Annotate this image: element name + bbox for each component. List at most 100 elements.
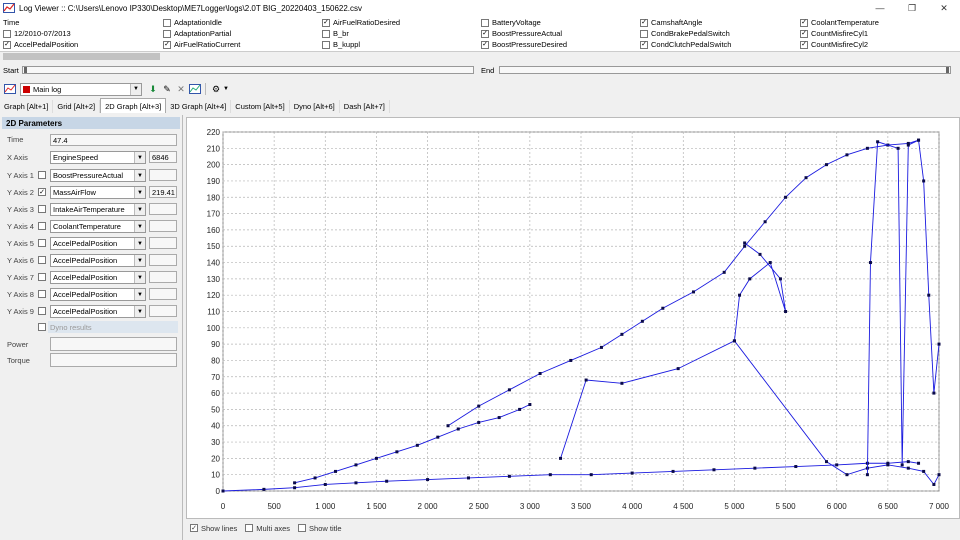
chart-icon[interactable]	[188, 82, 202, 96]
show-lines-checkbox[interactable]: ✓	[190, 524, 198, 532]
param-item[interactable]: ✓ CondClutchPedalSwitch	[640, 39, 731, 50]
settings-tools-icon[interactable]: ⚙	[209, 82, 223, 96]
yaxis-select[interactable]: MassAirFlow ▼	[50, 186, 146, 199]
yaxis-select[interactable]: AccelPedalPosition ▼	[50, 271, 146, 284]
yaxis-checkbox[interactable]	[38, 239, 46, 247]
scatter-chart[interactable]: 0 10 20 30 40 50 60 70 80 90 100 110 120 130 140 150 160…	[187, 118, 959, 518]
tab-custom[interactable]: Custom [Alt+5]	[231, 100, 290, 113]
maximize-icon[interactable]: ❐	[896, 0, 928, 16]
param-item[interactable]: ✓ CoolantTemperature	[800, 17, 879, 28]
yaxis-checkbox[interactable]: ✓	[38, 188, 46, 196]
param-checkbox[interactable]: ✓	[163, 40, 171, 49]
chevron-down-icon[interactable]: ▼	[134, 221, 145, 232]
param-checkbox[interactable]	[322, 29, 330, 38]
chevron-down-icon[interactable]: ▼	[134, 238, 145, 249]
log-select[interactable]: Main log ▼	[20, 82, 142, 96]
param-item[interactable]: CondBrakePedalSwitch	[640, 28, 730, 39]
chevron-down-icon[interactable]: ▼	[134, 170, 145, 181]
param-item[interactable]: BatteryVoltage	[481, 17, 541, 28]
param-item[interactable]: AdaptationPartial	[163, 28, 231, 39]
chart-area[interactable]: 0 10 20 30 40 50 60 70 80 90 100 110 120 130 140 150 160…	[186, 117, 960, 519]
param-checkbox[interactable]: ✓	[800, 18, 808, 27]
param-checkbox[interactable]	[640, 29, 648, 38]
chevron-down-icon[interactable]: ▼	[223, 86, 229, 92]
multi-axes-checkbox[interactable]	[245, 524, 254, 532]
param-checkbox[interactable]: ✓	[3, 40, 11, 49]
scrollbar-thumb[interactable]	[3, 53, 160, 60]
close-log-icon[interactable]: ✕	[174, 82, 188, 96]
chevron-down-icon[interactable]: ▼	[134, 255, 145, 266]
param-checkbox[interactable]: ✓	[800, 40, 808, 49]
tab-dash[interactable]: Dash [Alt+7]	[340, 100, 390, 113]
yaxis-select[interactable]: AccelPedalPosition ▼	[50, 237, 146, 250]
param-item[interactable]: B_br	[322, 28, 349, 39]
multi-axes-option[interactable]: Multi axes	[245, 524, 290, 533]
param-item[interactable]: ✓ CamshaftAngle	[640, 17, 702, 28]
end-slider[interactable]	[499, 66, 952, 74]
chart-view-icon[interactable]	[3, 82, 17, 96]
chevron-down-icon[interactable]: ▼	[134, 272, 145, 283]
param-checkbox[interactable]	[163, 18, 171, 27]
param-item[interactable]: 12/2010-07/2013	[3, 28, 71, 39]
param-horizontal-scrollbar[interactable]	[0, 52, 960, 61]
param-checkbox[interactable]	[163, 29, 171, 38]
param-checkbox[interactable]: ✓	[800, 29, 808, 38]
param-checkbox[interactable]: ✓	[481, 40, 489, 49]
yaxis-checkbox[interactable]	[38, 171, 46, 179]
edit-icon[interactable]: ✎	[160, 82, 174, 96]
yaxis-checkbox[interactable]	[38, 205, 46, 213]
param-checkbox[interactable]: ✓	[640, 40, 648, 49]
yaxis-select[interactable]: BoostPressureActual ▼	[50, 169, 146, 182]
download-arrow-icon[interactable]: ⬇	[146, 82, 160, 96]
dyno-checkbox[interactable]	[38, 323, 46, 331]
chevron-down-icon[interactable]: ▼	[134, 187, 145, 198]
param-checkbox[interactable]: ✓	[640, 18, 648, 27]
param-checkbox[interactable]	[322, 40, 330, 49]
yaxis-checkbox[interactable]	[38, 256, 46, 264]
yaxis-select[interactable]: CoolantTemperature ▼	[50, 220, 146, 233]
param-item[interactable]: ✓ AccelPedalPosition	[3, 39, 78, 50]
xaxis-select[interactable]: EngineSpeed ▼	[50, 151, 146, 164]
param-item[interactable]: ✓ AirFuelRatioCurrent	[163, 39, 240, 50]
yaxis-select[interactable]: IntakeAirTemperature ▼	[50, 203, 146, 216]
param-item[interactable]: B_kuppl	[322, 39, 360, 50]
start-slider-handle[interactable]	[23, 67, 27, 73]
yaxis-checkbox[interactable]	[38, 307, 46, 315]
tab-2d-graph[interactable]: 2D Graph [Alt+3]	[100, 98, 167, 113]
param-checkbox[interactable]	[481, 18, 489, 27]
param-item[interactable]: ✓ CountMisfireCyl1	[800, 28, 868, 39]
start-slider[interactable]	[21, 66, 474, 74]
tab-grid[interactable]: Grid [Alt+2]	[53, 100, 101, 113]
param-item[interactable]: Time	[3, 17, 19, 28]
yaxis-checkbox[interactable]	[38, 273, 46, 281]
end-slider-handle[interactable]	[946, 67, 950, 73]
chevron-down-icon[interactable]: ▼	[134, 289, 145, 300]
param-item[interactable]: AdaptationIdle	[163, 17, 222, 28]
param-item[interactable]: ✓ BoostPressureActual	[481, 28, 562, 39]
chevron-down-icon[interactable]: ▼	[134, 306, 145, 317]
show-title-checkbox[interactable]	[298, 524, 307, 532]
param-item[interactable]: ✓ CountMisfireCyl2	[800, 39, 868, 50]
tab-3d-graph[interactable]: 3D Graph [Alt+4]	[166, 100, 232, 113]
show-title-option[interactable]: Show title	[298, 524, 342, 533]
minimize-icon[interactable]: —	[864, 0, 896, 16]
param-item[interactable]: ✓ AirFuelRatioDesired	[322, 17, 400, 28]
param-label: BoostPressureDesired	[492, 40, 568, 49]
yaxis-select[interactable]: AccelPedalPosition ▼	[50, 254, 146, 267]
chevron-down-icon[interactable]: ▼	[134, 204, 145, 215]
chevron-down-icon[interactable]: ▼	[130, 83, 141, 95]
param-item[interactable]: ✓ BoostPressureDesired	[481, 39, 567, 50]
close-icon[interactable]: ✕	[928, 0, 960, 16]
param-checkbox[interactable]	[3, 29, 11, 38]
data-point	[900, 463, 904, 467]
yaxis-select[interactable]: AccelPedalPosition ▼	[50, 288, 146, 301]
yaxis-checkbox[interactable]	[38, 290, 46, 298]
param-checkbox[interactable]: ✓	[481, 29, 489, 38]
tab-dyno[interactable]: Dyno [Alt+6]	[290, 100, 340, 113]
yaxis-select[interactable]: AccelPedalPosition ▼	[50, 305, 146, 318]
show-lines-option[interactable]: ✓ Show lines	[190, 524, 237, 533]
yaxis-checkbox[interactable]	[38, 222, 46, 230]
param-checkbox[interactable]: ✓	[322, 18, 330, 27]
chevron-down-icon[interactable]: ▼	[134, 152, 145, 163]
tab-graph[interactable]: Graph [Alt+1]	[0, 100, 54, 113]
